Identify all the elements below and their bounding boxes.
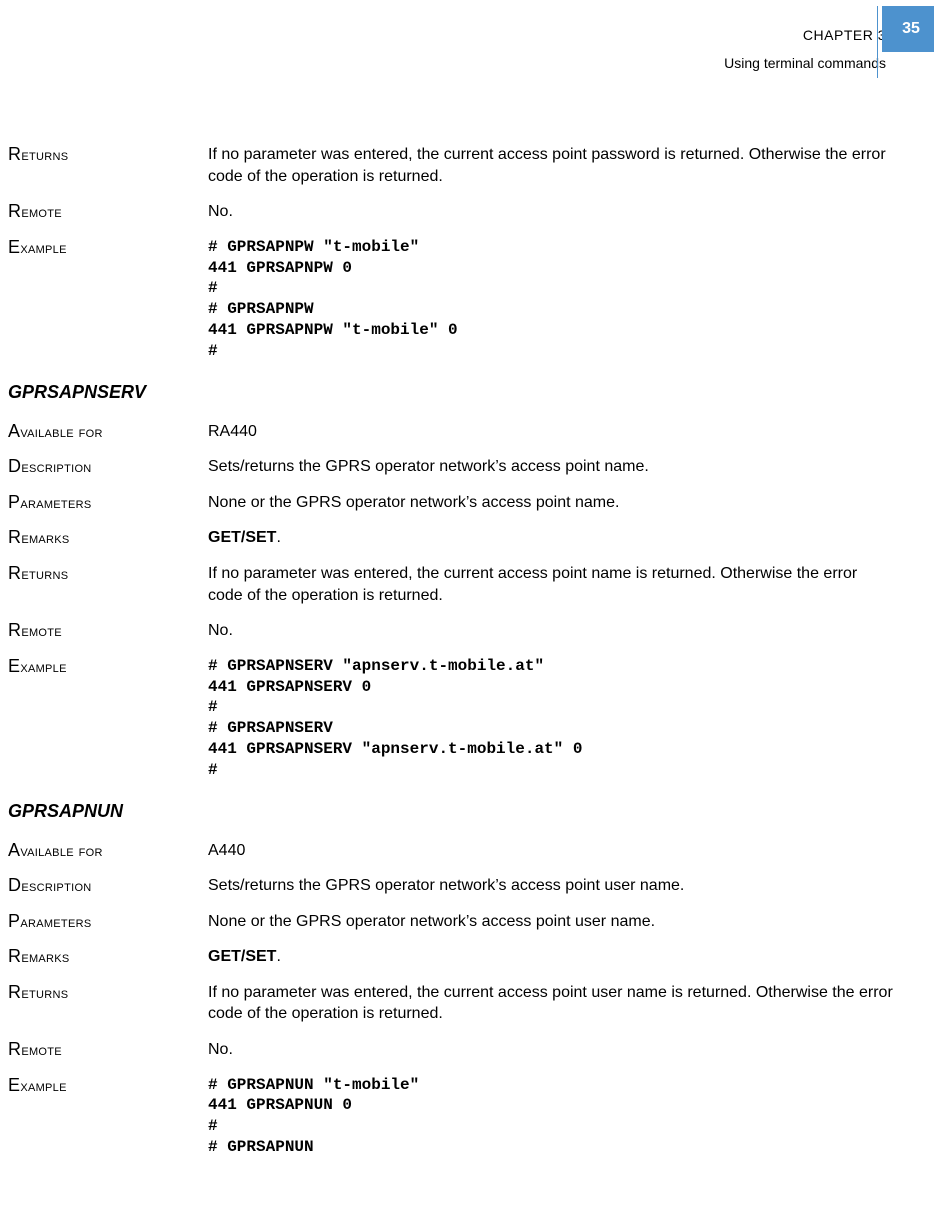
field-label: Description: [8, 456, 208, 478]
field-label: Returns: [8, 144, 208, 187]
field-value: GET/SET.: [208, 527, 894, 549]
definition-row: DescriptionSets/returns the GPRS operato…: [8, 456, 894, 478]
definition-row: RemoteNo.: [8, 620, 894, 642]
field-label: Example: [8, 237, 208, 362]
page-header: 35 CHAPTER 3 Using terminal commands: [0, 24, 934, 114]
field-label: Example: [8, 656, 208, 781]
field-value: No.: [208, 620, 894, 642]
field-value: Sets/returns the GPRS operator network’s…: [208, 456, 894, 478]
field-label: Remote: [8, 620, 208, 642]
definition-row: Example# GPRSAPNUN "t-mobile" 441 GPRSAP…: [8, 1075, 894, 1158]
field-label: Remarks: [8, 527, 208, 549]
field-value: # GPRSAPNUN "t-mobile" 441 GPRSAPNUN 0 #…: [208, 1075, 894, 1158]
field-value: RA440: [208, 421, 894, 443]
remarks-suffix: .: [276, 948, 280, 965]
definition-row: RemarksGET/SET.: [8, 527, 894, 549]
field-label: Parameters: [8, 492, 208, 514]
field-label: Remote: [8, 1039, 208, 1061]
field-value: No.: [208, 1039, 894, 1061]
page-number: 35: [902, 20, 920, 38]
field-label: Returns: [8, 982, 208, 1025]
code-block: # GPRSAPNUN "t-mobile" 441 GPRSAPNUN 0 #…: [208, 1075, 894, 1158]
field-label: Available for: [8, 840, 208, 862]
header-divider: [877, 6, 878, 78]
remarks-bold: GET/SET: [208, 529, 276, 546]
definition-row: ReturnsIf no parameter was entered, the …: [8, 982, 894, 1025]
remarks-suffix: .: [276, 529, 280, 546]
field-value: Sets/returns the GPRS operator network’s…: [208, 875, 894, 897]
field-value: A440: [208, 840, 894, 862]
definition-row: Available forRA440: [8, 421, 894, 443]
field-label: Remote: [8, 201, 208, 223]
field-value: If no parameter was entered, the current…: [208, 144, 894, 187]
definition-row: Example# GPRSAPNSERV "apnserv.t-mobile.a…: [8, 656, 894, 781]
field-value: # GPRSAPNPW "t-mobile" 441 GPRSAPNPW 0 #…: [208, 237, 894, 362]
field-label: Returns: [8, 563, 208, 606]
definition-row: ReturnsIf no parameter was entered, the …: [8, 563, 894, 606]
field-value: # GPRSAPNSERV "apnserv.t-mobile.at" 441 …: [208, 656, 894, 781]
chapter-subtitle: Using terminal commands: [0, 52, 886, 74]
field-label: Description: [8, 875, 208, 897]
field-label: Available for: [8, 421, 208, 443]
field-value: None or the GPRS operator network’s acce…: [208, 911, 894, 933]
field-value: GET/SET.: [208, 946, 894, 968]
definition-row: DescriptionSets/returns the GPRS operato…: [8, 875, 894, 897]
field-value: No.: [208, 201, 894, 223]
content-area: ReturnsIf no parameter was entered, the …: [0, 114, 934, 1158]
definition-row: ParametersNone or the GPRS operator netw…: [8, 911, 894, 933]
definition-row: RemoteNo.: [8, 1039, 894, 1061]
field-label: Remarks: [8, 946, 208, 968]
field-value: If no parameter was entered, the current…: [208, 982, 894, 1025]
section-heading: GPRSAPNUN: [8, 801, 894, 822]
definition-row: RemarksGET/SET.: [8, 946, 894, 968]
field-label: Example: [8, 1075, 208, 1158]
section-heading: GPRSAPNSERV: [8, 382, 894, 403]
remarks-bold: GET/SET: [208, 948, 276, 965]
definition-row: ReturnsIf no parameter was entered, the …: [8, 144, 894, 187]
definition-row: Example# GPRSAPNPW "t-mobile" 441 GPRSAP…: [8, 237, 894, 362]
field-value: None or the GPRS operator network’s acce…: [208, 492, 894, 514]
field-value: If no parameter was entered, the current…: [208, 563, 894, 606]
definition-row: Available forA440: [8, 840, 894, 862]
field-label: Parameters: [8, 911, 208, 933]
code-block: # GPRSAPNSERV "apnserv.t-mobile.at" 441 …: [208, 656, 894, 781]
definition-row: ParametersNone or the GPRS operator netw…: [8, 492, 894, 514]
code-block: # GPRSAPNPW "t-mobile" 441 GPRSAPNPW 0 #…: [208, 237, 894, 362]
header-text: CHAPTER 3 Using terminal commands: [0, 24, 934, 75]
chapter-label: CHAPTER 3: [0, 24, 886, 46]
definition-row: RemoteNo.: [8, 201, 894, 223]
page-number-tab: 35: [882, 6, 934, 52]
